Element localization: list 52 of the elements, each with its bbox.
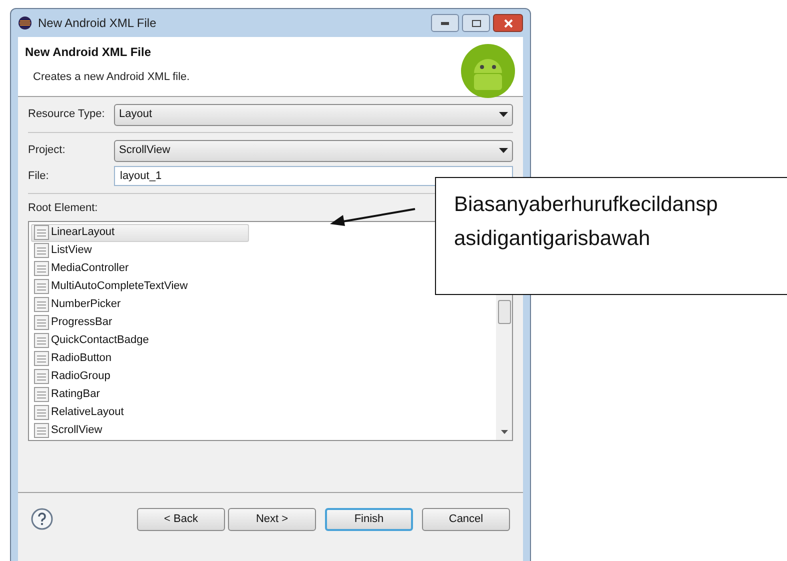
close-button[interactable] [493, 14, 523, 32]
close-icon [504, 18, 512, 28]
callout-text: asidigantigarisbawah [454, 226, 652, 252]
list-item[interactable]: NumberPicker [31, 296, 249, 314]
maximize-button[interactable] [462, 14, 490, 32]
widget-icon [34, 225, 49, 240]
widget-icon [34, 369, 49, 384]
list-item[interactable]: MultiAutoCompleteTextView [31, 278, 249, 296]
dialog-button[interactable]: Finish [325, 508, 413, 531]
dialog-button[interactable]: Next > [228, 508, 316, 531]
minimize-icon [441, 22, 449, 24]
scroll-down-icon [500, 430, 508, 434]
list-item[interactable]: LinearLayout [31, 224, 249, 242]
widget-icon [34, 333, 49, 348]
list-item[interactable]: ScrollView [31, 422, 249, 440]
app-icon [18, 16, 32, 30]
maximize-icon [472, 20, 480, 26]
list-item[interactable]: QuickContactBadge [31, 332, 249, 350]
dialog-button[interactable]: < Back [137, 508, 225, 531]
dialog-button[interactable]: Cancel [422, 508, 510, 531]
list-item[interactable]: MediaController [31, 260, 249, 278]
field-label: Project: [28, 143, 66, 158]
list-item[interactable]: RatingBar [31, 386, 249, 404]
header-description: Creates a new Android XML file. [32, 70, 190, 85]
help-icon[interactable] [31, 508, 53, 530]
list-item[interactable]: RelativeLayout [31, 404, 249, 422]
widget-icon [34, 279, 49, 294]
dropdown-caret-icon [499, 148, 508, 153]
widget-icon [34, 315, 49, 330]
dropdown-caret-icon [499, 112, 508, 117]
widget-icon [34, 405, 49, 420]
file-input[interactable]: layout_1 [114, 166, 513, 186]
widget-icon [34, 297, 49, 312]
list-item[interactable]: RadioGroup [31, 368, 249, 386]
list-item[interactable]: RadioButton [31, 350, 249, 368]
dropdown[interactable]: ScrollView [114, 140, 513, 162]
list-item[interactable]: ProgressBar [31, 314, 249, 332]
widget-icon [34, 423, 49, 438]
dropdown[interactable]: Layout [114, 104, 513, 126]
widget-icon [34, 261, 49, 276]
minimize-button[interactable] [431, 14, 459, 32]
scrollbar-thumb[interactable] [498, 300, 510, 324]
field-label: File: [28, 168, 50, 184]
window-title: New Android XML File [38, 15, 156, 32]
android-logo-icon [460, 43, 516, 99]
header-title: New Android XML File [25, 44, 152, 61]
list-item[interactable]: ListView [31, 242, 249, 260]
widget-icon [34, 351, 49, 366]
widget-icon [34, 243, 49, 258]
field-label: Resource Type: [28, 107, 106, 122]
widget-icon [34, 387, 49, 402]
callout-text: Biasanyaberhurufkecildansp [454, 192, 719, 218]
